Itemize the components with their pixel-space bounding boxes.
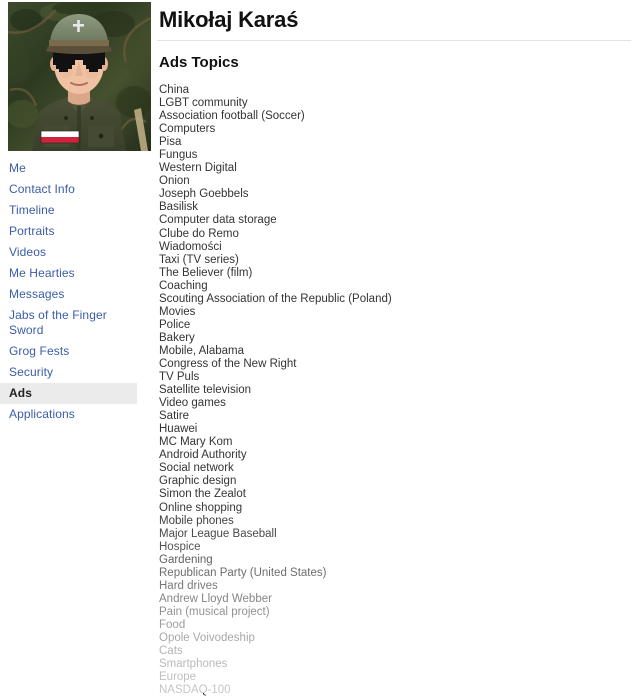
page-title: Mikołaj Karaś (159, 7, 299, 32)
list-item: Joseph Goebbels (159, 188, 249, 201)
list-item: Major League Baseball (159, 527, 277, 540)
sidebar-item-ads[interactable]: Ads (0, 383, 137, 404)
list-item: TV Puls (159, 371, 200, 384)
list-item: Satellite television (159, 384, 252, 397)
list-item: Western Digital (159, 162, 237, 175)
sidebar: Me Contact Info Timeline Portraits Video… (0, 0, 152, 693)
list-item: Andrew Lloyd Webber (159, 592, 272, 605)
list-item: Scouting Association of the Republic (Po… (159, 292, 392, 305)
list-item: Taxi (TV series) (159, 253, 239, 266)
list-item: Online shopping (159, 501, 243, 514)
sidebar-item-messages[interactable]: Messages (0, 284, 137, 305)
list-item: Gardening (159, 553, 213, 566)
sidebar-item-grog-fests[interactable]: Grog Fests (0, 341, 137, 362)
list-item: MC Mary Kom (159, 436, 233, 449)
list-item: Simon the Zealot (159, 488, 246, 501)
list-item: Europe (159, 671, 197, 684)
list-item: China (159, 84, 190, 96)
sidebar-item-timeline[interactable]: Timeline (0, 200, 137, 221)
sidebar-nav: Me Contact Info Timeline Portraits Video… (0, 158, 152, 425)
list-item: Pain (musical project) (159, 605, 270, 618)
list-item: Basilisk (159, 201, 198, 214)
list-item: Cats (159, 645, 183, 658)
list-item: Graphic design (159, 475, 237, 488)
list-item: Fungus (159, 149, 198, 162)
list-item: Mobile phones (159, 514, 234, 527)
list-item: Computer data storage (159, 214, 277, 227)
list-item: Police (159, 318, 191, 331)
list-item: Clube do Remo (159, 227, 239, 240)
profile-page: Me Contact Info Timeline Portraits Video… (0, 0, 640, 696)
list-item: Huawei (159, 423, 198, 436)
list-item: Satire (159, 410, 190, 423)
sidebar-item-me-hearties[interactable]: Me Hearties (0, 263, 137, 284)
sidebar-item-security[interactable]: Security (0, 362, 137, 383)
list-item: Hospice (159, 540, 201, 553)
list-item: The Believer (film) (159, 266, 253, 279)
list-item: Opole Voivodeship (159, 631, 255, 644)
sidebar-item-portraits[interactable]: Portraits (0, 221, 137, 242)
list-item: Video games (159, 397, 226, 410)
list-item: NASDAQ-100 (159, 684, 231, 697)
list-item: Coaching (159, 279, 208, 292)
list-item: Wiadomości (159, 240, 222, 253)
sidebar-item-me[interactable]: Me (0, 158, 137, 179)
list-item: Congress of the New Right (159, 357, 297, 370)
main-content: Mikołaj Karaś Ads Topics China LGBT comm… (157, 0, 640, 696)
sidebar-item-applications[interactable]: Applications (0, 404, 137, 425)
polish-flag-patch (40, 130, 80, 144)
profile-photo[interactable] (8, 2, 151, 151)
list-item: Social network (159, 462, 234, 475)
list-item: Movies (159, 305, 196, 318)
sidebar-item-jabs-of-the-finger-sword[interactable]: Jabs of the Finger Sword (0, 305, 137, 341)
list-item: Republican Party (United States) (159, 566, 327, 579)
profile-photo-image (8, 2, 151, 151)
list-item: Hard drives (159, 579, 218, 592)
ads-topics-list: China LGBT community Association footbal… (157, 73, 640, 697)
list-item: Bakery (159, 331, 195, 344)
section-title: Ads Topics (159, 54, 239, 71)
list-item: Smartphones (159, 658, 228, 671)
list-item: Pisa (159, 136, 182, 149)
list-item: Computers (159, 123, 216, 136)
list-item: Association football (Soccer) (159, 110, 305, 123)
sidebar-item-videos[interactable]: Videos (0, 242, 137, 263)
list-item: Mobile, Alabama (159, 344, 245, 357)
sidebar-item-contact-info[interactable]: Contact Info (0, 179, 137, 200)
list-item: Food (159, 618, 186, 631)
list-item: Android Authority (159, 449, 247, 462)
list-item: Onion (159, 175, 190, 188)
list-item: LGBT community (159, 97, 248, 110)
